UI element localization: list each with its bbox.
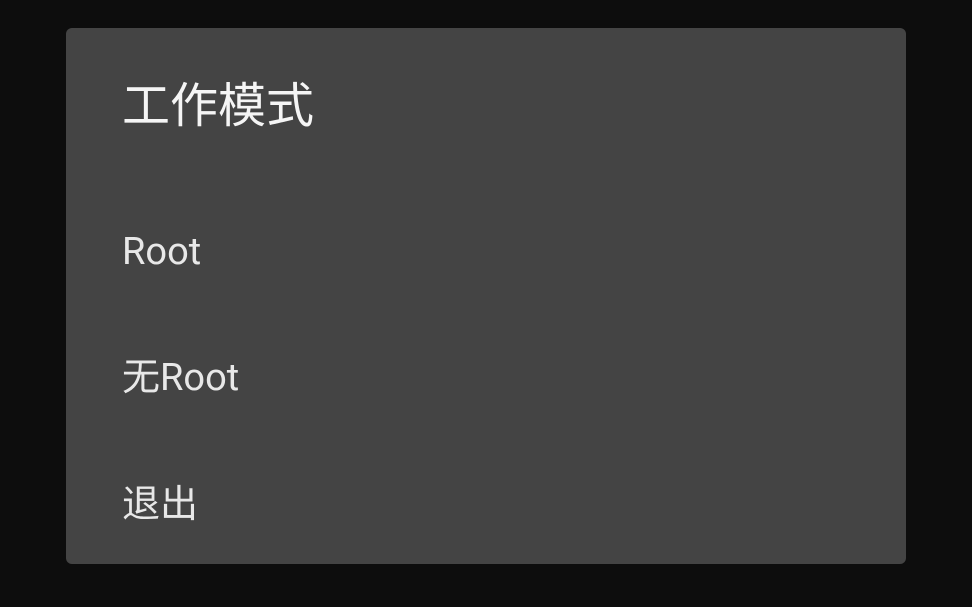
option-root[interactable]: Root: [122, 194, 850, 310]
dialog-title: 工作模式: [122, 66, 850, 136]
mode-dialog: 工作模式 Root 无Root 退出: [66, 28, 906, 564]
option-exit[interactable]: 退出: [122, 437, 850, 564]
option-no-root[interactable]: 无Root: [122, 310, 850, 437]
